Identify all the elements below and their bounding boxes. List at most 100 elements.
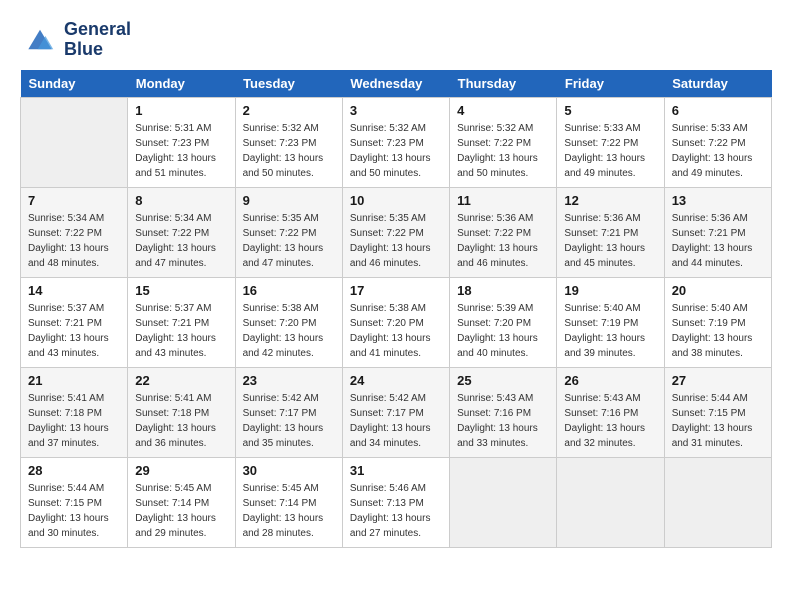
day-number: 13 xyxy=(672,193,764,208)
calendar-cell: 12 Sunrise: 5:36 AMSunset: 7:21 PMDayligh… xyxy=(557,187,664,277)
day-info: Sunrise: 5:36 AMSunset: 7:21 PMDaylight:… xyxy=(564,211,656,271)
day-number: 27 xyxy=(672,373,764,388)
week-row-4: 21 Sunrise: 5:41 AMSunset: 7:18 PMDayligh… xyxy=(21,367,772,457)
day-info: Sunrise: 5:33 AMSunset: 7:22 PMDaylight:… xyxy=(672,121,764,181)
day-number: 19 xyxy=(564,283,656,298)
calendar-cell: 28 Sunrise: 5:44 AMSunset: 7:15 PMDayligh… xyxy=(21,457,128,547)
calendar-cell: 11 Sunrise: 5:36 AMSunset: 7:22 PMDayligh… xyxy=(450,187,557,277)
day-info: Sunrise: 5:37 AMSunset: 7:21 PMDaylight:… xyxy=(135,301,227,361)
day-number: 20 xyxy=(672,283,764,298)
day-number: 22 xyxy=(135,373,227,388)
day-info: Sunrise: 5:38 AMSunset: 7:20 PMDaylight:… xyxy=(243,301,335,361)
calendar-cell: 20Sunrise: 5:40 AMSunset: 7:19 PMDayligh… xyxy=(664,277,771,367)
calendar-cell: 16Sunrise: 5:38 AMSunset: 7:20 PMDayligh… xyxy=(235,277,342,367)
day-info: Sunrise: 5:45 AMSunset: 7:14 PMDaylight:… xyxy=(243,481,335,541)
day-info: Sunrise: 5:32 AMSunset: 7:23 PMDaylight:… xyxy=(350,121,442,181)
day-info: Sunrise: 5:45 AMSunset: 7:14 PMDaylight:… xyxy=(135,481,227,541)
day-number: 18 xyxy=(457,283,549,298)
calendar-cell: 18 Sunrise: 5:39 AMSunset: 7:20 PMDayligh… xyxy=(450,277,557,367)
day-number: 24 xyxy=(350,373,442,388)
day-info: Sunrise: 5:46 AMSunset: 7:13 PMDaylight:… xyxy=(350,481,442,541)
day-info: Sunrise: 5:44 AMSunset: 7:15 PMDaylight:… xyxy=(28,481,120,541)
day-info: Sunrise: 5:37 AMSunset: 7:21 PMDaylight:… xyxy=(28,301,120,361)
day-info: Sunrise: 5:44 AMSunset: 7:15 PMDaylight:… xyxy=(672,391,764,451)
column-header-sunday: Sunday xyxy=(21,70,128,98)
calendar-cell: 5Sunrise: 5:33 AMSunset: 7:22 PMDaylight… xyxy=(557,97,664,187)
day-info: Sunrise: 5:36 AMSunset: 7:22 PMDaylight:… xyxy=(457,211,549,271)
logo-text: General Blue xyxy=(64,20,131,60)
day-info: Sunrise: 5:34 AMSunset: 7:22 PMDaylight:… xyxy=(28,211,120,271)
calendar-cell xyxy=(557,457,664,547)
header-row: SundayMondayTuesdayWednesdayThursdayFrid… xyxy=(21,70,772,98)
calendar-cell xyxy=(450,457,557,547)
day-info: Sunrise: 5:43 AMSunset: 7:16 PMDaylight:… xyxy=(457,391,549,451)
calendar-cell: 8 Sunrise: 5:34 AMSunset: 7:22 PMDaylight… xyxy=(128,187,235,277)
calendar-cell: 15 Sunrise: 5:37 AMSunset: 7:21 PMDayligh… xyxy=(128,277,235,367)
day-info: Sunrise: 5:32 AMSunset: 7:23 PMDaylight:… xyxy=(243,121,335,181)
day-info: Sunrise: 5:38 AMSunset: 7:20 PMDaylight:… xyxy=(350,301,442,361)
day-info: Sunrise: 5:43 AMSunset: 7:16 PMDaylight:… xyxy=(564,391,656,451)
calendar-table: SundayMondayTuesdayWednesdayThursdayFrid… xyxy=(20,70,772,548)
day-info: Sunrise: 5:31 AMSunset: 7:23 PMDaylight:… xyxy=(135,121,227,181)
logo: General Blue xyxy=(20,20,131,60)
calendar-cell: 26 Sunrise: 5:43 AMSunset: 7:16 PMDayligh… xyxy=(557,367,664,457)
day-number: 14 xyxy=(28,283,120,298)
day-number: 1 xyxy=(135,103,227,118)
day-number: 21 xyxy=(28,373,120,388)
day-number: 3 xyxy=(350,103,442,118)
day-number: 15 xyxy=(135,283,227,298)
day-number: 25 xyxy=(457,373,549,388)
day-number: 26 xyxy=(564,373,656,388)
day-number: 9 xyxy=(243,193,335,208)
column-header-thursday: Thursday xyxy=(450,70,557,98)
calendar-cell: 31 Sunrise: 5:46 AMSunset: 7:13 PMDayligh… xyxy=(342,457,449,547)
calendar-cell: 24 Sunrise: 5:42 AMSunset: 7:17 PMDayligh… xyxy=(342,367,449,457)
day-number: 30 xyxy=(243,463,335,478)
calendar-cell: 30 Sunrise: 5:45 AMSunset: 7:14 PMDayligh… xyxy=(235,457,342,547)
calendar-cell: 7Sunrise: 5:34 AMSunset: 7:22 PMDaylight… xyxy=(21,187,128,277)
week-row-2: 7Sunrise: 5:34 AMSunset: 7:22 PMDaylight… xyxy=(21,187,772,277)
week-row-1: 1 Sunrise: 5:31 AMSunset: 7:23 PMDaylight… xyxy=(21,97,772,187)
column-header-monday: Monday xyxy=(128,70,235,98)
day-number: 28 xyxy=(28,463,120,478)
day-number: 29 xyxy=(135,463,227,478)
day-info: Sunrise: 5:42 AMSunset: 7:17 PMDaylight:… xyxy=(350,391,442,451)
calendar-cell: 25 Sunrise: 5:43 AMSunset: 7:16 PMDayligh… xyxy=(450,367,557,457)
calendar-cell: 23Sunrise: 5:42 AMSunset: 7:17 PMDayligh… xyxy=(235,367,342,457)
day-info: Sunrise: 5:34 AMSunset: 7:22 PMDaylight:… xyxy=(135,211,227,271)
calendar-cell: 9Sunrise: 5:35 AMSunset: 7:22 PMDaylight… xyxy=(235,187,342,277)
calendar-cell: 27 Sunrise: 5:44 AMSunset: 7:15 PMDayligh… xyxy=(664,367,771,457)
column-header-saturday: Saturday xyxy=(664,70,771,98)
column-header-friday: Friday xyxy=(557,70,664,98)
calendar-cell: 4 Sunrise: 5:32 AMSunset: 7:22 PMDaylight… xyxy=(450,97,557,187)
calendar-cell: 3 Sunrise: 5:32 AMSunset: 7:23 PMDaylight… xyxy=(342,97,449,187)
day-info: Sunrise: 5:35 AMSunset: 7:22 PMDaylight:… xyxy=(350,211,442,271)
calendar-cell: 14 Sunrise: 5:37 AMSunset: 7:21 PMDayligh… xyxy=(21,277,128,367)
day-number: 12 xyxy=(564,193,656,208)
week-row-3: 14 Sunrise: 5:37 AMSunset: 7:21 PMDayligh… xyxy=(21,277,772,367)
day-info: Sunrise: 5:32 AMSunset: 7:22 PMDaylight:… xyxy=(457,121,549,181)
day-info: Sunrise: 5:41 AMSunset: 7:18 PMDaylight:… xyxy=(28,391,120,451)
calendar-cell: 2Sunrise: 5:32 AMSunset: 7:23 PMDaylight… xyxy=(235,97,342,187)
calendar-cell: 22Sunrise: 5:41 AMSunset: 7:18 PMDayligh… xyxy=(128,367,235,457)
page-header: General Blue xyxy=(20,20,772,60)
day-number: 8 xyxy=(135,193,227,208)
day-info: Sunrise: 5:39 AMSunset: 7:20 PMDaylight:… xyxy=(457,301,549,361)
calendar-cell: 1 Sunrise: 5:31 AMSunset: 7:23 PMDaylight… xyxy=(128,97,235,187)
calendar-cell xyxy=(664,457,771,547)
column-header-wednesday: Wednesday xyxy=(342,70,449,98)
day-number: 4 xyxy=(457,103,549,118)
column-header-tuesday: Tuesday xyxy=(235,70,342,98)
day-number: 11 xyxy=(457,193,549,208)
calendar-cell: 17 Sunrise: 5:38 AMSunset: 7:20 PMDayligh… xyxy=(342,277,449,367)
day-info: Sunrise: 5:33 AMSunset: 7:22 PMDaylight:… xyxy=(564,121,656,181)
day-number: 10 xyxy=(350,193,442,208)
day-info: Sunrise: 5:42 AMSunset: 7:17 PMDaylight:… xyxy=(243,391,335,451)
day-info: Sunrise: 5:36 AMSunset: 7:21 PMDaylight:… xyxy=(672,211,764,271)
calendar-cell: 10 Sunrise: 5:35 AMSunset: 7:22 PMDayligh… xyxy=(342,187,449,277)
calendar-cell: 19Sunrise: 5:40 AMSunset: 7:19 PMDayligh… xyxy=(557,277,664,367)
day-number: 31 xyxy=(350,463,442,478)
calendar-cell xyxy=(21,97,128,187)
calendar-cell: 29 Sunrise: 5:45 AMSunset: 7:14 PMDayligh… xyxy=(128,457,235,547)
day-number: 17 xyxy=(350,283,442,298)
